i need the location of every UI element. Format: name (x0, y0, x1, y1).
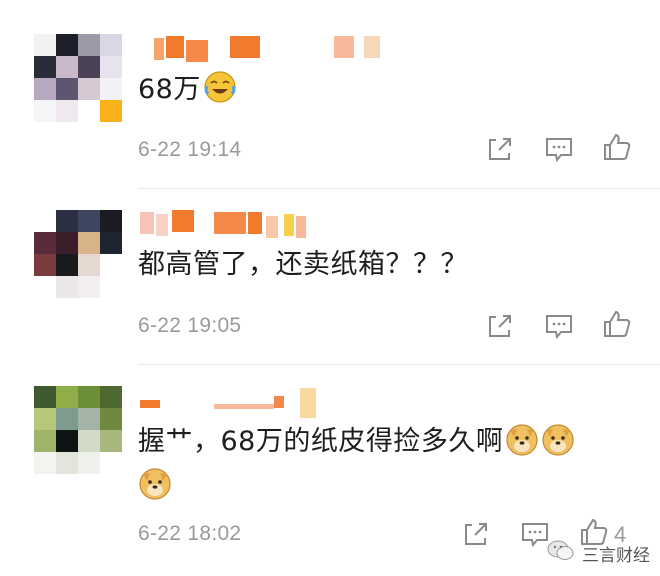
comment-text-content: 握艹，68万的纸皮得捡多久啊 (138, 426, 504, 457)
comment-icon (546, 138, 572, 163)
watermark-text: 三言财经 (582, 545, 650, 566)
doge-emoji-icon (138, 466, 172, 500)
divider (138, 364, 660, 365)
timestamp: 6-22 19:14 (138, 138, 242, 161)
thumbs-up-icon (604, 310, 631, 337)
wechat-icon (546, 538, 576, 568)
share-icon (465, 523, 487, 545)
avatar[interactable] (34, 34, 122, 122)
avatar[interactable] (34, 210, 122, 298)
comment-text-emoji-line (138, 466, 172, 505)
comment-icon (546, 315, 572, 340)
share-button[interactable] (484, 133, 516, 165)
comment-item: 68万 6-22 19:14 (0, 0, 660, 190)
share-button[interactable] (460, 518, 492, 550)
nickname-blurred[interactable] (138, 36, 398, 62)
divider (138, 188, 660, 189)
comment-text-content: 68万 (138, 74, 201, 105)
share-icon (489, 138, 511, 160)
comment-button[interactable] (543, 310, 575, 342)
doge-emoji-icon (541, 422, 575, 456)
comment-text: 都高管了，还卖纸箱？？？ (138, 249, 468, 280)
share-icon (489, 315, 511, 337)
comment-text: 68万 (138, 70, 237, 109)
doge-emoji-icon (505, 422, 539, 456)
avatar[interactable] (34, 386, 122, 474)
watermark: 三言财经 (546, 538, 650, 568)
like-button[interactable] (601, 308, 633, 340)
like-button[interactable] (601, 131, 633, 163)
nickname-blurred[interactable] (138, 210, 338, 238)
comment-item: 都高管了，还卖纸箱？？？ 6-22 19:05 (0, 190, 660, 370)
nickname-blurred[interactable] (138, 388, 338, 418)
laugh-cry-emoji-icon (203, 70, 237, 104)
timestamp: 6-22 19:05 (138, 314, 242, 337)
share-button[interactable] (484, 310, 516, 342)
timestamp: 6-22 18:02 (138, 522, 242, 545)
thumbs-up-icon (604, 133, 631, 160)
comment-text: 握艹，68万的纸皮得捡多久啊 (138, 422, 575, 461)
comment-button[interactable] (543, 133, 575, 165)
